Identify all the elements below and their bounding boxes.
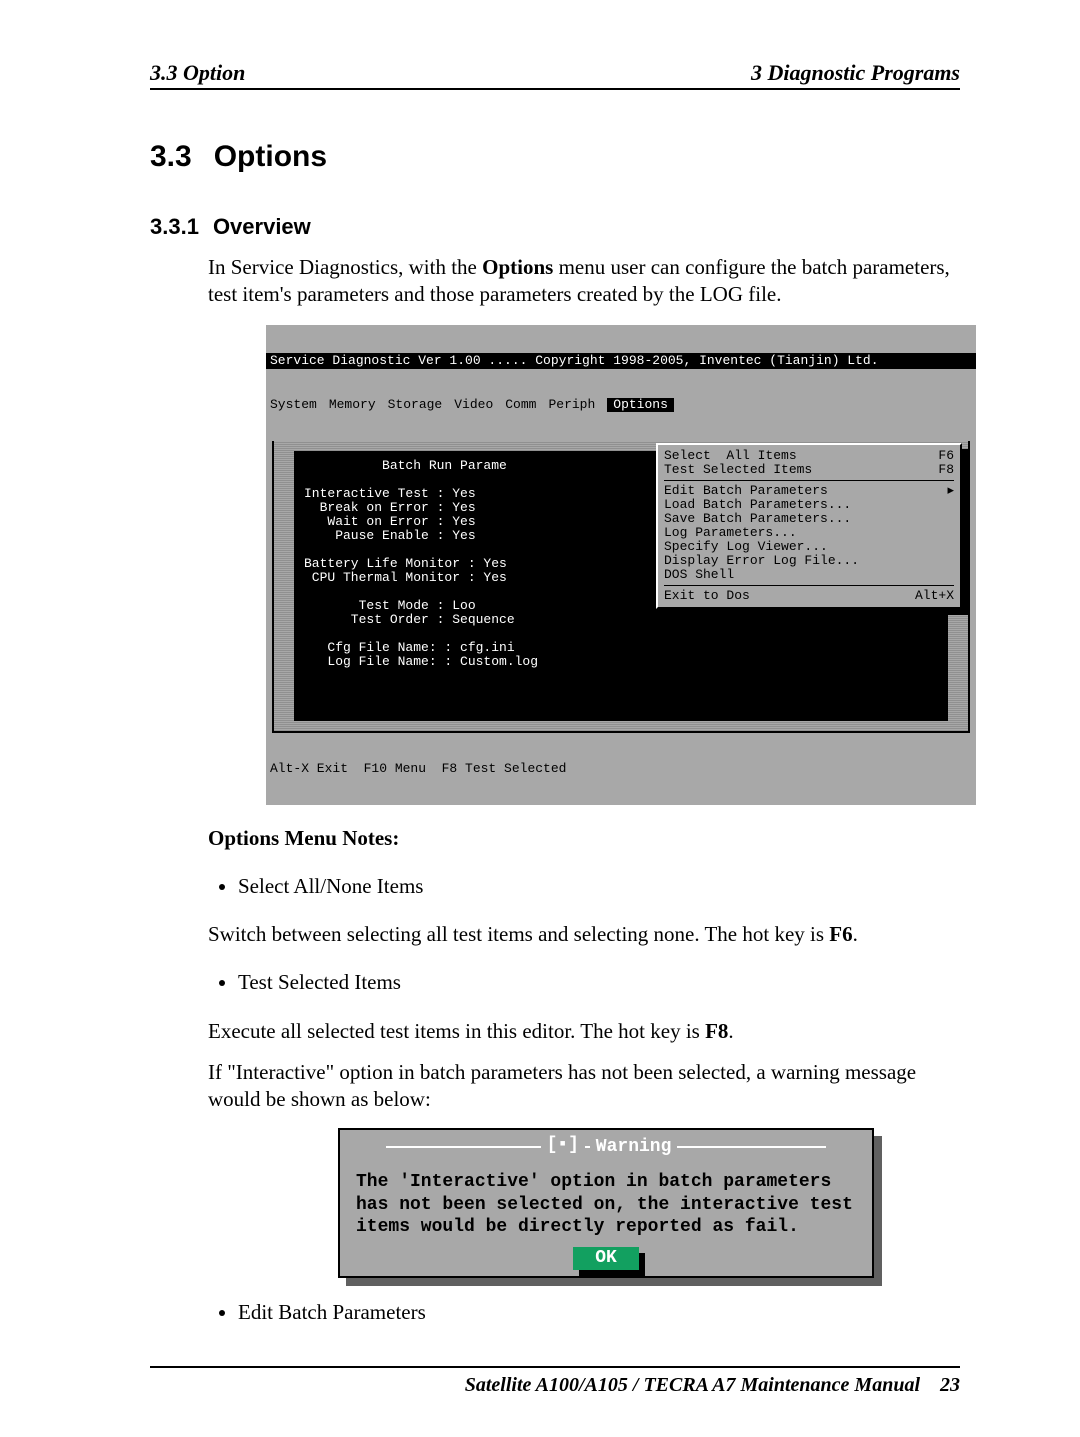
page-footer: Satellite A100/A105 / TECRA A7 Maintenan… xyxy=(150,1366,960,1397)
intro-paragraph: In Service Diagnostics, with the Options… xyxy=(208,254,960,309)
subsection-heading: 3.3.1 Overview xyxy=(150,214,960,240)
dropdown-item[interactable]: Log Parameters... xyxy=(664,526,954,540)
dropdown-item[interactable]: DOS Shell xyxy=(664,568,954,582)
dropdown-item[interactable]: Specify Log Viewer... xyxy=(664,540,954,554)
body-paragraph: Execute all selected test items in this … xyxy=(208,1018,960,1045)
warning-dialog: [▪] Warning The 'Interactive' option in … xyxy=(338,1128,874,1278)
list-item: Edit Batch Parameters xyxy=(238,1299,960,1326)
dropdown-item[interactable]: Exit to DosAlt+X xyxy=(664,589,954,603)
subsection-number: 3.3.1 xyxy=(150,214,199,239)
dos-statusbar: Alt-X Exit F10 Menu F8 Test Selected xyxy=(266,761,976,777)
section-heading: 3.3 Options xyxy=(150,140,960,174)
dropdown-item[interactable]: Select All ItemsF6 xyxy=(664,449,954,463)
list-item: Test Selected Items xyxy=(238,969,960,996)
body-paragraph: If "Interactive" option in batch paramet… xyxy=(208,1059,960,1114)
dialog-body: The 'Interactive' option in batch parame… xyxy=(346,1163,866,1243)
section-title: Options xyxy=(214,140,327,173)
dropdown-item[interactable]: Save Batch Parameters... xyxy=(664,512,954,526)
running-head-left: 3.3 Option xyxy=(150,60,245,86)
dos-screenshot: Service Diagnostic Ver 1.00 ..... Copyri… xyxy=(266,325,976,805)
running-head: 3.3 Option 3 Diagnostic Programs xyxy=(150,60,960,90)
notes-heading: Options Menu Notes: xyxy=(208,825,960,852)
running-head-right: 3 Diagnostic Programs xyxy=(751,60,960,86)
dialog-title: [▪] Warning xyxy=(346,1136,866,1159)
dos-menu-periph[interactable]: Periph xyxy=(548,398,595,412)
list-item: Select All/None Items xyxy=(238,873,960,900)
footer-page-number: 23 xyxy=(940,1374,960,1396)
close-icon[interactable]: [▪] xyxy=(541,1135,585,1155)
ok-button[interactable]: OK xyxy=(573,1247,639,1270)
dos-menu-memory[interactable]: Memory xyxy=(329,398,376,412)
options-dropdown: Select All ItemsF6Test Selected ItemsF8 E… xyxy=(656,443,962,609)
dos-menu-system[interactable]: System xyxy=(270,398,317,412)
dos-menu-comm[interactable]: Comm xyxy=(505,398,536,412)
footer-title: Satellite A100/A105 / TECRA A7 Maintenan… xyxy=(465,1374,920,1396)
dropdown-item[interactable]: Load Batch Parameters... xyxy=(664,498,954,512)
section-number: 3.3 xyxy=(150,140,192,173)
dos-menu-storage[interactable]: Storage xyxy=(388,398,443,412)
dropdown-item[interactable]: Display Error Log File... xyxy=(664,554,954,568)
subsection-title: Overview xyxy=(213,214,311,239)
dos-menubar: System Memory Storage Video Comm Periph Option… xyxy=(266,397,976,413)
body-paragraph: Switch between selecting all test items … xyxy=(208,921,960,948)
dos-titlebar: Service Diagnostic Ver 1.00 ..... Copyri… xyxy=(266,353,976,369)
dos-menu-video[interactable]: Video xyxy=(454,398,493,412)
dos-menu-options[interactable]: Options xyxy=(607,398,674,412)
dropdown-item[interactable]: Test Selected ItemsF8 xyxy=(664,463,954,477)
dropdown-item[interactable]: Edit Batch Parameters▸ xyxy=(664,484,954,498)
